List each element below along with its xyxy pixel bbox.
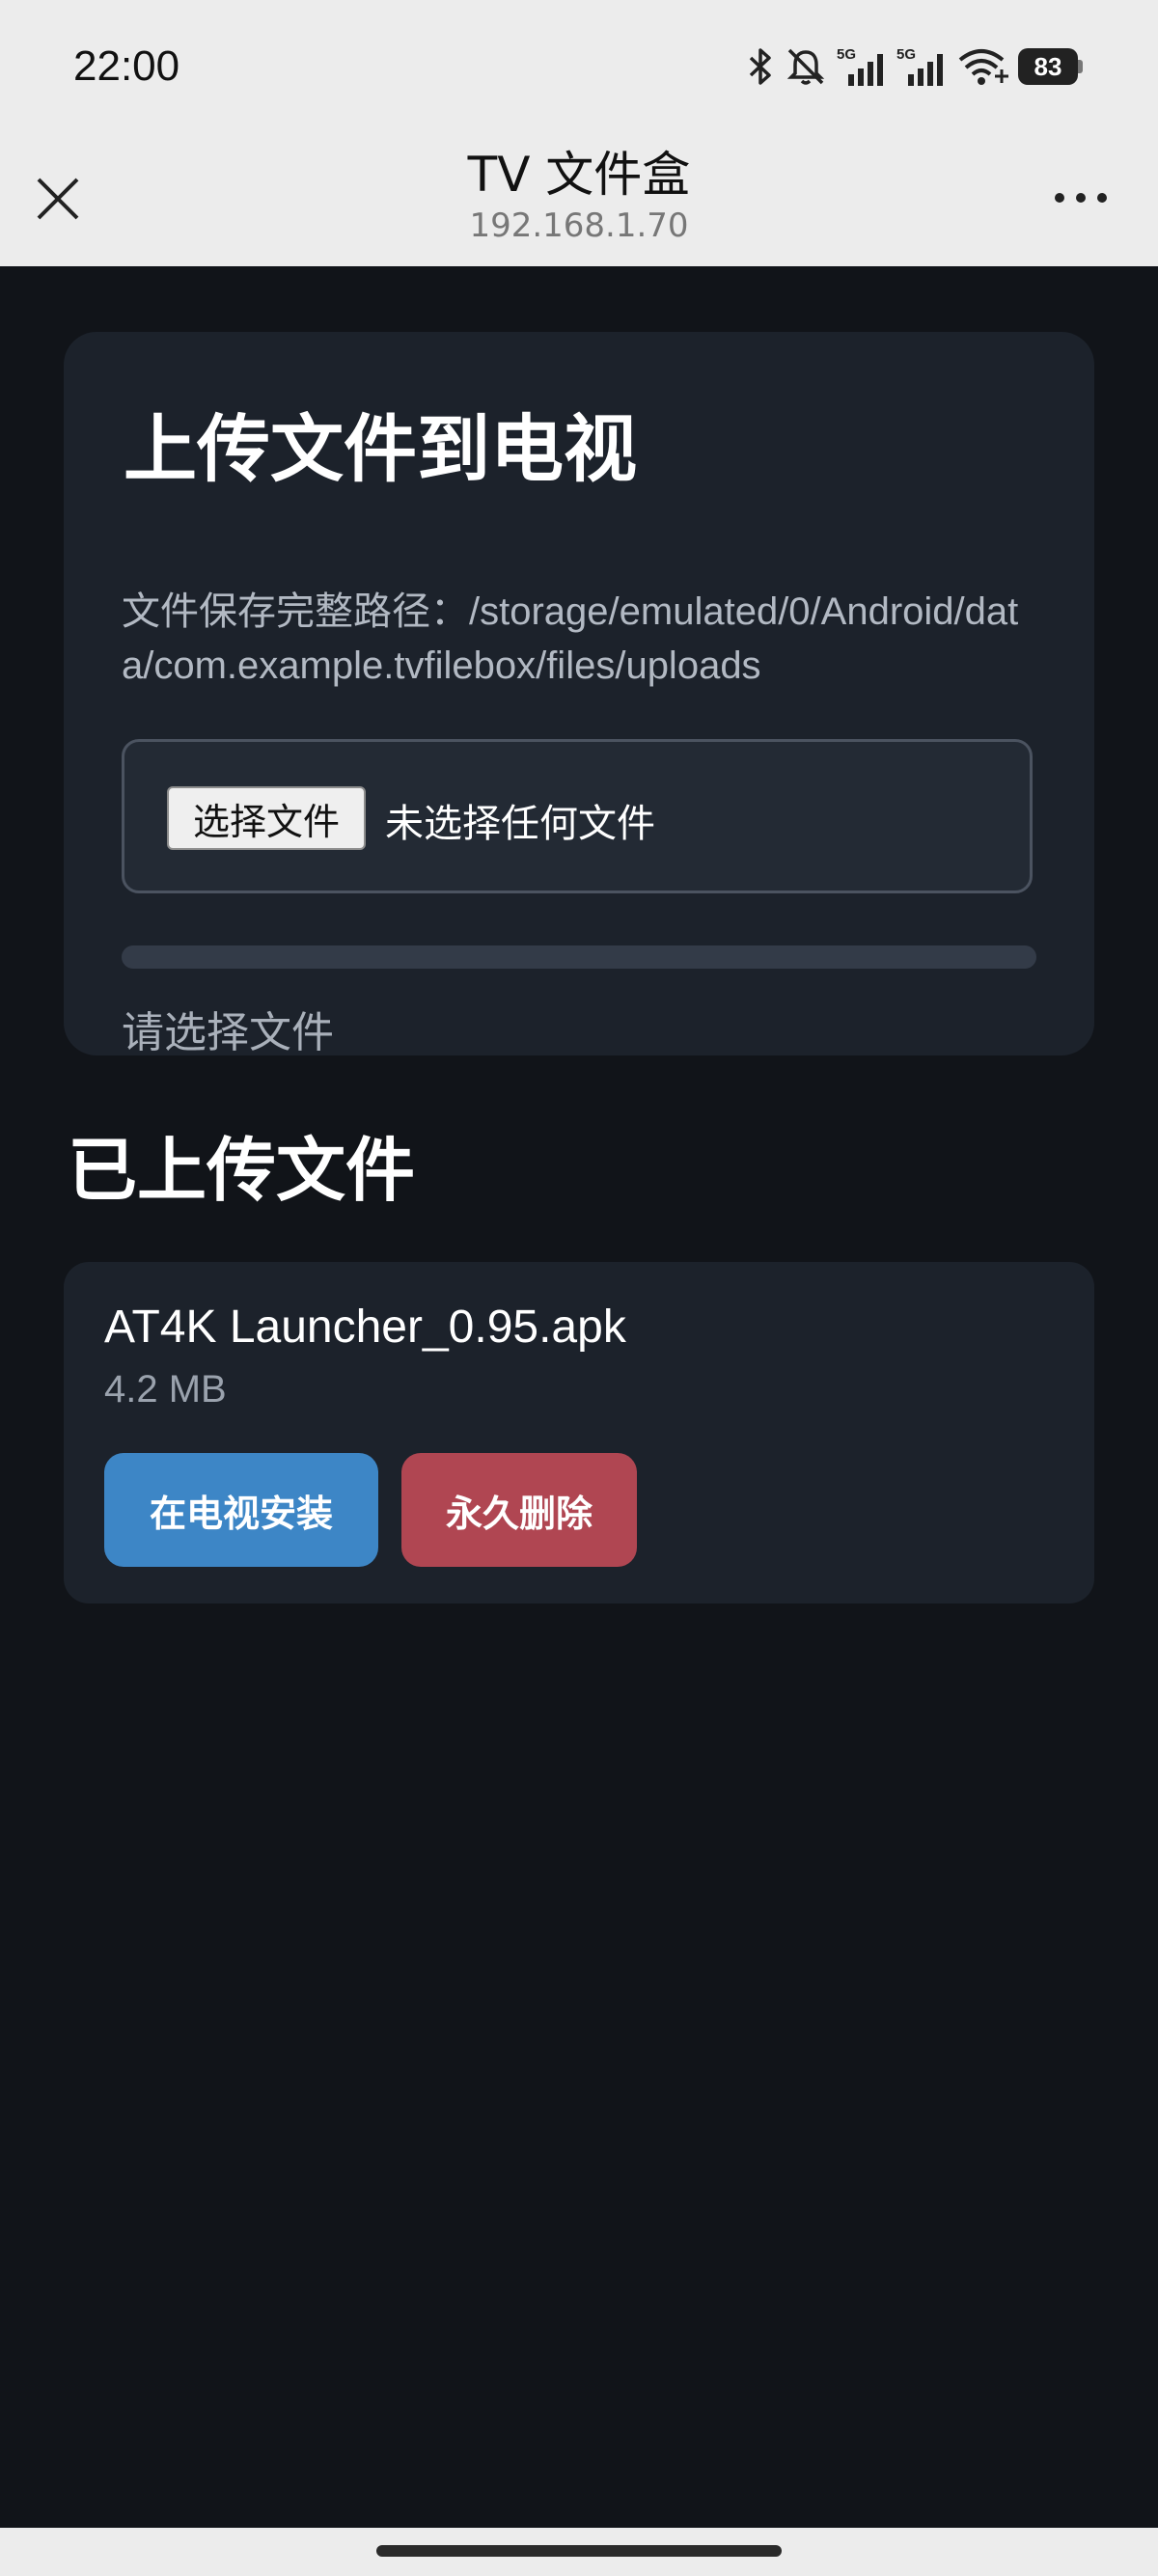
status-bar: 22:00 5G 5G 83 [0, 0, 1158, 135]
header-title-group: TV 文件盒 192.168.1.70 [0, 145, 1158, 247]
file-size: 4.2 MB [104, 1368, 227, 1411]
page-title: TV 文件盒 [467, 147, 691, 203]
choose-file-button[interactable]: 选择文件 [167, 786, 366, 850]
uploaded-files-heading: 已上传文件 [68, 1130, 416, 1211]
signal-5g-icon-2: 5G [896, 46, 943, 86]
battery-icon: 83 [1018, 48, 1083, 85]
upload-status-text: 请选择文件 [122, 1008, 334, 1057]
save-path-text: 文件保存完整路径：/storage/emulated/0/Android/dat… [122, 590, 1019, 687]
status-time: 22:00 [73, 42, 180, 90]
home-indicator[interactable] [376, 2545, 782, 2557]
battery-level: 83 [1018, 48, 1078, 85]
install-on-tv-button[interactable]: 在电视安装 [104, 1453, 378, 1567]
file-name: AT4K Launcher_0.95.apk [104, 1302, 626, 1353]
network-label-2: 5G [896, 46, 916, 63]
upload-title: 上传文件到电视 [124, 406, 637, 492]
no-file-label: 未选择任何文件 [385, 802, 655, 846]
page-subtitle: 192.168.1.70 [469, 206, 689, 245]
wifi-icon [958, 49, 1008, 85]
mute-bell-icon [786, 48, 825, 85]
upload-card: 上传文件到电视 文件保存完整路径：/storage/emulated/0/And… [64, 332, 1094, 1057]
page-content: 上传文件到电视 文件保存完整路径：/storage/emulated/0/And… [0, 266, 1158, 2528]
status-icons: 5G 5G 83 [746, 44, 1083, 89]
navigation-bar [0, 2528, 1158, 2576]
file-input[interactable]: 选择文件 未选择任何文件 [122, 739, 1033, 893]
more-options-icon[interactable] [1042, 178, 1119, 217]
upload-progress-bar [122, 945, 1036, 969]
file-list-item: AT4K Launcher_0.95.apk 4.2 MB 在电视安装 永久删除 [64, 1262, 1094, 1603]
delete-permanently-button[interactable]: 永久删除 [401, 1453, 637, 1567]
network-label-1: 5G [837, 46, 856, 63]
signal-5g-icon: 5G [837, 46, 883, 86]
bluetooth-icon [749, 48, 771, 85]
